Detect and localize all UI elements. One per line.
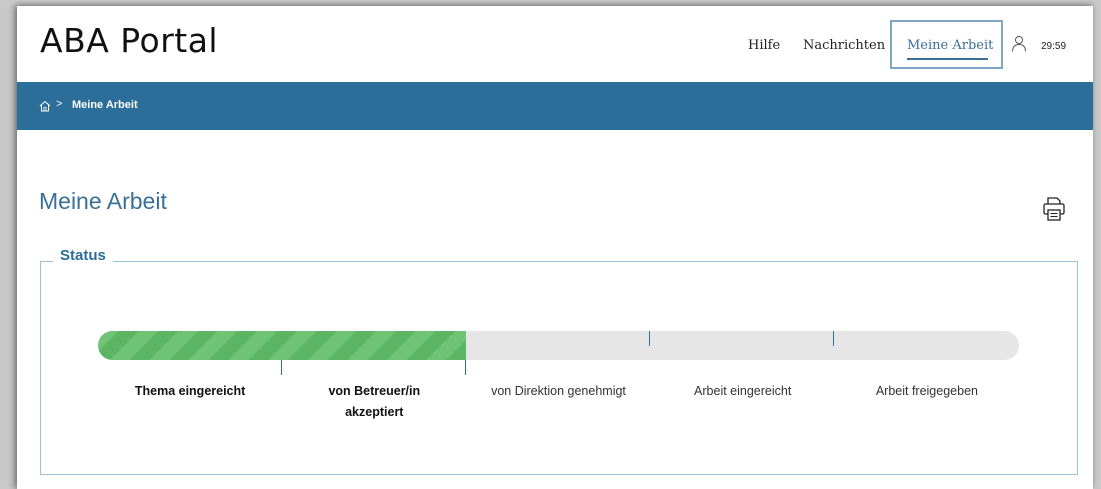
browser-page: ABA Portal Hilfe Nachrichten Meine Arbei… xyxy=(17,6,1093,489)
home-icon[interactable] xyxy=(39,100,51,112)
status-step-label: Arbeit eingereicht xyxy=(694,384,792,398)
page-title: Meine Arbeit xyxy=(39,188,167,214)
user-icon[interactable] xyxy=(1011,35,1027,52)
status-fieldset xyxy=(40,261,1078,475)
step-divider-3 xyxy=(649,331,650,346)
step-divider-4 xyxy=(833,331,834,346)
status-step-label: Arbeit freigegeben xyxy=(875,384,978,398)
step-tick-1 xyxy=(281,360,282,375)
status-progress-track xyxy=(98,331,1019,360)
nav-link-meine-arbeit[interactable]: Meine Arbeit xyxy=(907,38,993,53)
status-step-label: Thema eingereicht xyxy=(134,384,246,398)
breadcrumb-current: Meine Arbeit xyxy=(72,99,138,111)
nav-active-underline xyxy=(907,58,988,60)
printer-icon[interactable] xyxy=(1042,196,1066,222)
status-legend: Status xyxy=(53,247,113,264)
status-step-label: von Direktion genehmigt xyxy=(491,384,626,398)
session-timer: 29:59 xyxy=(1041,41,1067,52)
breadcrumb: > Meine Arbeit xyxy=(17,82,1093,130)
nav-link-nachrichten[interactable]: Nachrichten xyxy=(803,38,885,53)
nav-link-hilfe[interactable]: Hilfe xyxy=(748,38,780,53)
status-progress-fill xyxy=(98,331,467,360)
breadcrumb-separator: > xyxy=(56,98,63,110)
step-tick-2 xyxy=(465,360,466,375)
status-step-label: von Betreuer/in akzeptiert xyxy=(328,384,421,419)
portal-logo[interactable]: ABA Portal xyxy=(40,21,218,60)
